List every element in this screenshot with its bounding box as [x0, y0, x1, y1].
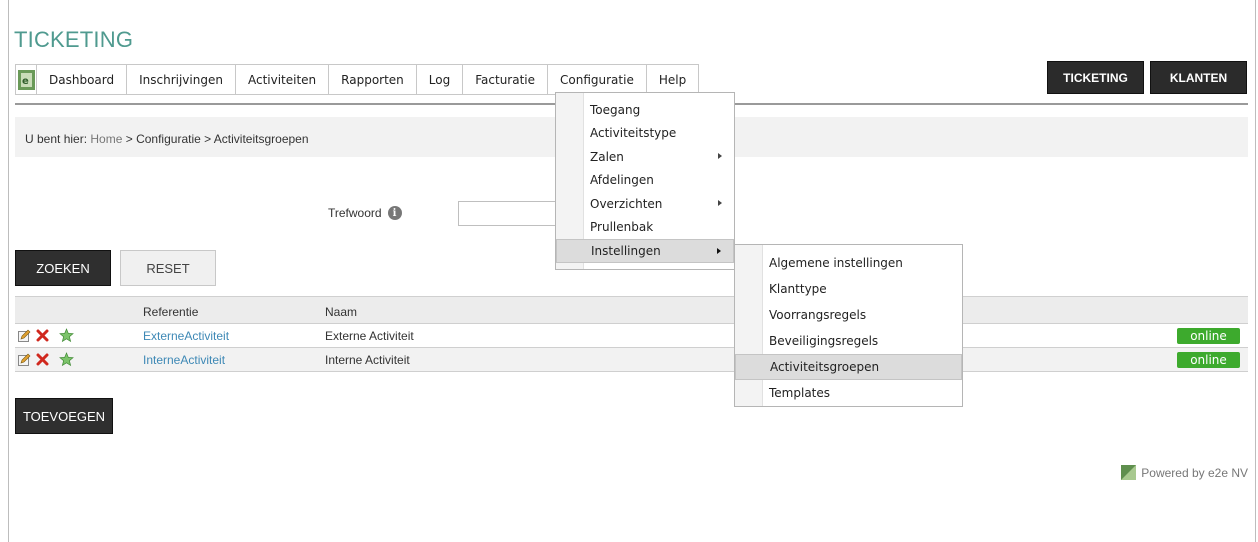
submenu-arrow-icon: [717, 248, 721, 254]
submenu-item-beveiligingsregels[interactable]: Beveiligingsregels: [735, 328, 962, 354]
menu-item-label: Overzichten: [590, 196, 663, 211]
nav-facturatie[interactable]: Facturatie: [463, 65, 549, 94]
menu-item-afdelingen[interactable]: Afdelingen: [556, 169, 734, 193]
submenu-item-algemene-instellingen[interactable]: Algemene instellingen: [735, 250, 962, 276]
menu-item-label: Voorrangsregels: [769, 308, 867, 322]
submenu-item-templates[interactable]: Templates: [735, 380, 962, 406]
menu-item-label: Prullenbak: [590, 220, 654, 235]
klanten-button[interactable]: KLANTEN: [1150, 61, 1247, 94]
search-label: Trefwoord: [328, 206, 382, 220]
instellingen-submenu: Algemene instellingen Klanttype Voorrang…: [734, 244, 963, 407]
edit-icon[interactable]: [17, 352, 32, 367]
nav-log[interactable]: Log: [417, 65, 464, 94]
table-row: InterneActiviteit Interne Activiteit onl…: [15, 348, 1248, 372]
edit-icon[interactable]: [17, 328, 32, 343]
info-icon[interactable]: i: [387, 206, 402, 220]
table-header: Referentie Naam: [15, 296, 1248, 324]
breadcrumb-home-link[interactable]: Home: [90, 132, 122, 146]
configuratie-menu: Toegang Activiteitstype Zalen Afdelingen…: [555, 92, 735, 270]
status-badge: online: [1177, 328, 1240, 344]
table-row: ExterneActiviteit Externe Activiteit onl…: [15, 324, 1248, 348]
svg-text:e: e: [22, 76, 29, 87]
menu-item-label: Algemene instellingen: [769, 256, 903, 270]
nav-activiteiten[interactable]: Activiteiten: [236, 65, 330, 94]
submenu-item-voorrangsregels[interactable]: Voorrangsregels: [735, 302, 962, 328]
menu-item-label: Zalen: [590, 149, 624, 164]
nav-configuratie[interactable]: Configuratie: [548, 65, 647, 94]
menu-item-label: Activiteitsgroepen: [770, 360, 880, 374]
row-referentie-link[interactable]: ExterneActiviteit: [143, 329, 229, 343]
row-naam: Interne Activiteit: [325, 353, 410, 367]
main-nav: e Dashboard Inschrijvingen Activiteiten …: [15, 64, 700, 95]
submenu-arrow-icon: [718, 200, 722, 206]
results-table: Referentie Naam ExterneActiviteit Extern…: [15, 296, 1248, 372]
zoeken-button[interactable]: ZOEKEN: [15, 250, 111, 286]
menu-item-overzichten[interactable]: Overzichten: [556, 192, 734, 216]
ticketing-button[interactable]: TICKETING: [1047, 61, 1144, 94]
toevoegen-button[interactable]: TOEVOEGEN: [15, 398, 113, 434]
e2e-logo-icon[interactable]: e: [16, 65, 37, 94]
menu-item-label: Afdelingen: [590, 173, 654, 188]
menu-item-label: Activiteitstype: [590, 126, 677, 141]
menu-item-label: Instellingen: [591, 243, 661, 258]
reset-button[interactable]: RESET: [120, 250, 216, 286]
menu-item-zalen[interactable]: Zalen: [556, 145, 734, 169]
header-referentie[interactable]: Referentie: [143, 305, 198, 319]
submenu-item-klanttype[interactable]: Klanttype: [735, 276, 962, 302]
nav-help[interactable]: Help: [647, 65, 698, 94]
breadcrumb-prefix: U bent hier:: [25, 132, 88, 146]
menu-item-toegang[interactable]: Toegang: [556, 98, 734, 122]
row-naam: Externe Activiteit: [325, 329, 414, 343]
nav-rapporten[interactable]: Rapporten: [329, 65, 417, 94]
menu-item-prullenbak[interactable]: Prullenbak: [556, 216, 734, 240]
delete-icon[interactable]: [35, 328, 50, 343]
powered-by: Powered by e2e NV: [1121, 465, 1248, 480]
star-icon[interactable]: [59, 328, 74, 343]
row-referentie-link[interactable]: InterneActiviteit: [143, 353, 225, 367]
nav-inschrijvingen[interactable]: Inschrijvingen: [127, 65, 236, 94]
submenu-item-activiteitsgroepen[interactable]: Activiteitsgroepen: [735, 354, 962, 380]
menu-item-instellingen[interactable]: Instellingen: [556, 239, 734, 263]
star-icon[interactable]: [59, 352, 74, 367]
menu-item-label: Klanttype: [769, 282, 827, 296]
menu-item-label: Beveiligingsregels: [769, 334, 879, 348]
nav-dashboard[interactable]: Dashboard: [37, 65, 128, 94]
breadcrumb-path: > Configuratie > Activiteitsgroepen: [122, 132, 309, 146]
header-naam[interactable]: Naam: [325, 305, 357, 319]
menu-item-label: Templates: [769, 386, 831, 400]
status-badge: online: [1177, 352, 1240, 368]
search-label-group: Trefwoord i: [328, 206, 402, 220]
powered-text: Powered by e2e NV: [1141, 465, 1248, 480]
search-input[interactable]: [458, 201, 558, 226]
menu-item-label: Toegang: [590, 102, 641, 117]
app-title: TICKETING: [14, 27, 134, 52]
e2e-small-logo-icon: [1121, 465, 1137, 480]
menu-item-activiteitstype[interactable]: Activiteitstype: [556, 122, 734, 146]
delete-icon[interactable]: [35, 352, 50, 367]
submenu-arrow-icon: [718, 153, 722, 159]
